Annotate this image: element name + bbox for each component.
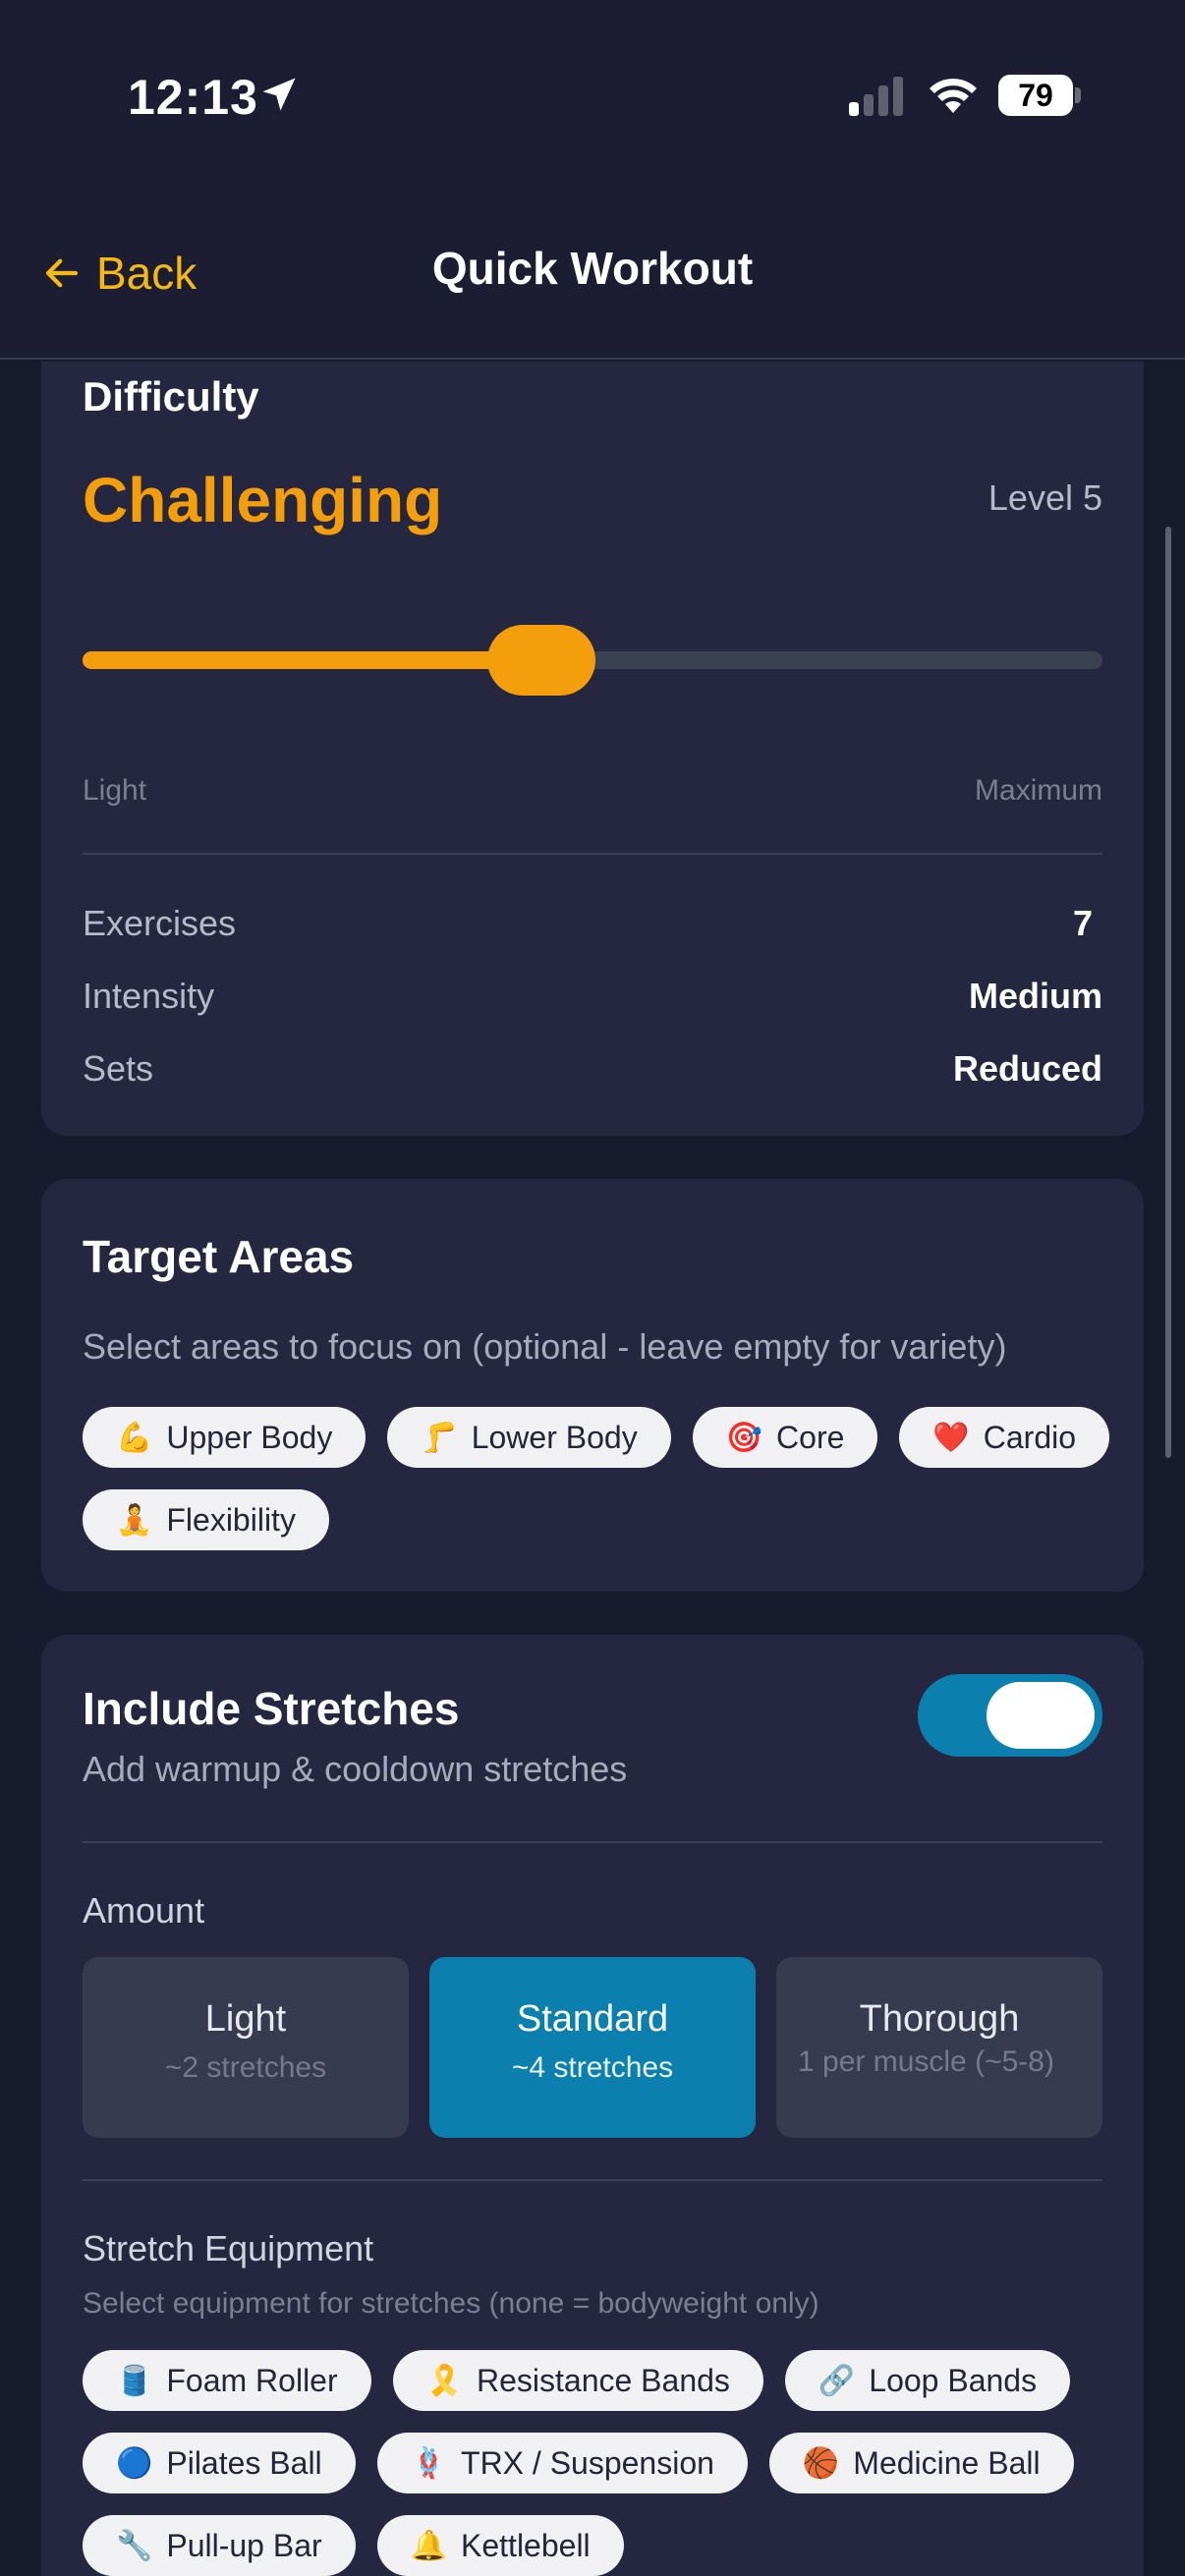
wifi-icon [930,79,977,113]
chip-medicine-ball[interactable]: 🏀 Medicine Ball [768,2433,1074,2493]
chip-label: Lower Body [471,1419,638,1455]
chip-upper-body[interactable]: 💪 Upper Body [83,1407,367,1468]
chip-lower-body[interactable]: 🦵 Lower Body [387,1407,671,1468]
stretches-subtitle: Add warmup & cooldown stretches [83,1749,628,1789]
chip-label: Upper Body [166,1419,333,1455]
wrench-icon: 🔧 [116,2528,153,2563]
barrel-icon: 🛢️ [116,2363,153,2398]
difficulty-heading: Difficulty [83,373,259,420]
option-title: Standard [516,1998,669,2040]
chip-label: Flexibility [166,1501,296,1538]
chip-label: Cardio [983,1419,1077,1455]
page-title: Quick Workout [431,243,754,294]
chip-label: Kettlebell [461,2527,591,2563]
stretch-equipment-heading: Stretch Equipment [83,2228,374,2268]
status-bar: 12:13 79 [0,0,1185,196]
yoga-icon: 🧘 [116,1502,153,1538]
chip-foam-roller[interactable]: 🛢️ Foam Roller [83,2350,371,2411]
range-max-label: Maximum [974,774,1102,807]
stat-row-sets: Sets Reduced [83,1041,1102,1096]
chip-pull-up-bar[interactable]: 🔧 Pull-up Bar [83,2515,356,2576]
scrollbar[interactable] [1165,527,1171,1458]
chip-label: Pilates Ball [166,2444,322,2481]
amount-option-standard[interactable]: Standard ~4 stretches [429,1957,756,2138]
range-min-label: Light [83,774,147,807]
ribbon-icon: 🎗️ [425,2363,463,2398]
battery-icon: 79 [998,75,1081,116]
stretches-heading: Include Stretches [83,1683,460,1734]
chip-kettlebell[interactable]: 🔔 Kettlebell [376,2515,624,2576]
target-icon: 🎯 [725,1420,763,1455]
chip-label: TRX / Suspension [461,2444,714,2481]
navigation-bar: Back Quick Workout [0,196,1185,360]
chip-loop-bands[interactable]: 🔗 Loop Bands [784,2350,1071,2411]
chip-cardio[interactable]: ❤️ Cardio [899,1407,1110,1468]
bell-icon: 🔔 [410,2528,448,2563]
amount-option-thorough[interactable]: Thorough 1 per muscle (~5-8) [776,1957,1102,2138]
stat-row-exercises: Exercises 7 [83,896,1102,951]
stretches-card: Include Stretches Add warmup & cooldown … [41,1635,1144,2576]
heart-icon: ❤️ [932,1420,970,1455]
basketball-icon: 🏀 [802,2445,840,2481]
amount-label: Amount [83,1890,205,1931]
stat-key: Intensity [83,976,215,1016]
chip-label: Core [776,1419,845,1455]
cellular-signal-icon [849,77,903,116]
divider [83,2179,1102,2181]
stat-key: Sets [83,1048,154,1089]
stat-value: Reduced [952,1048,1102,1089]
option-subtitle: 1 per muscle (~5-8) [798,2045,1054,2078]
chip-label: Resistance Bands [476,2362,730,2398]
difficulty-value: Challenging [83,465,443,535]
option-title: Light [204,1998,287,2040]
option-subtitle: ~4 stretches [511,2051,674,2084]
knot-icon: 🪢 [410,2445,448,2481]
divider [83,1841,1102,1843]
chip-resistance-bands[interactable]: 🎗️ Resistance Bands [392,2350,763,2411]
stat-value: Medium [968,976,1102,1016]
blue-circle-icon: 🔵 [116,2445,153,2481]
chip-label: Medicine Ball [853,2444,1041,2481]
stat-value: 7 [1072,903,1093,943]
chip-label: Loop Bands [869,2362,1038,2398]
stretches-toggle[interactable] [918,1674,1102,1757]
option-subtitle: ~2 stretches [164,2051,327,2084]
target-areas-heading: Target Areas [83,1231,355,1282]
difficulty-level: Level 5 [988,477,1102,518]
chip-label: Pull-up Bar [166,2527,322,2563]
equipment-chip-list: 🛢️ Foam Roller 🎗️ Resistance Bands 🔗 Loop B… [83,2350,1124,2576]
chip-flexibility[interactable]: 🧘 Flexibility [83,1489,329,1550]
leg-icon: 🦵 [421,1420,458,1455]
difficulty-slider-thumb[interactable] [487,625,596,696]
target-chip-list: 💪 Upper Body 🦵 Lower Body 🎯 Core ❤️ Cardio 🧘… [83,1407,1124,1550]
chip-label: Foam Roller [166,2362,338,2398]
target-areas-subtitle: Select areas to focus on (optional - lea… [83,1326,1007,1367]
toggle-knob [987,1682,1095,1749]
chip-trx-suspension[interactable]: 🪢 TRX / Suspension [376,2433,748,2493]
difficulty-slider-fill [83,651,542,669]
chip-pilates-ball[interactable]: 🔵 Pilates Ball [83,2433,356,2493]
stat-row-intensity: Intensity Medium [83,969,1102,1024]
battery-level: 79 [998,75,1073,116]
location-arrow-icon [262,78,296,111]
link-icon: 🔗 [818,2363,856,2398]
option-title: Thorough [859,1998,1020,2040]
target-areas-card: Target Areas Select areas to focus on (o… [41,1179,1144,1592]
stat-key: Exercises [83,903,237,943]
chip-core[interactable]: 🎯 Core [692,1407,878,1468]
stretch-equipment-subtitle: Select equipment for stretches (none = b… [83,2287,819,2320]
difficulty-card: Difficulty Challenging Level 5 Light Max… [41,362,1144,1136]
amount-option-light[interactable]: Light ~2 stretches [83,1957,409,2138]
status-time: 12:13 [128,70,258,125]
divider [83,853,1102,855]
flexed-biceps-icon: 💪 [116,1420,153,1455]
